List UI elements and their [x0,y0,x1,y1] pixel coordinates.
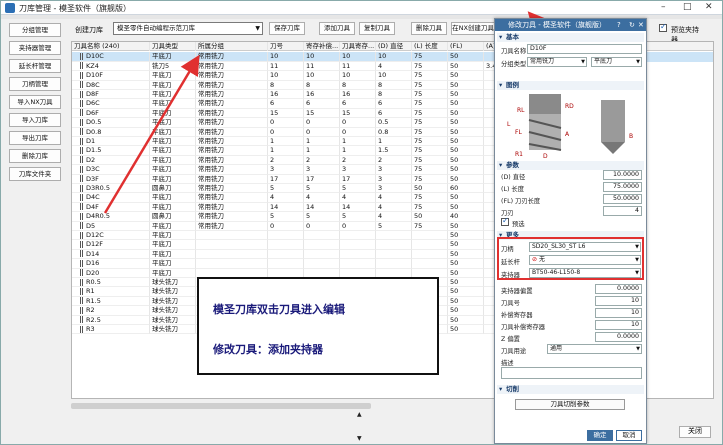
tool-usage-select[interactable]: 通用 ▼ [547,344,642,354]
group-select[interactable]: 常用铣刀 ▼ [527,57,587,67]
diagram-label-rl: RL [517,107,525,114]
z-offset-label: Z 偏置 [501,336,520,343]
dialog-title-bar: 修改刀具 - 模圣软件（旗舰版） ? ↻ ✕ [495,19,646,31]
diagram-tip [601,142,625,154]
tool-comp-register-label: 刀具补偿寄存器 [501,324,546,331]
tool-type-value: 平底刀 [594,58,613,65]
ok-button[interactable]: 确定 [587,430,613,441]
tool-usage-label: 刀具用途 [501,348,527,355]
tool-type-select[interactable]: 平底刀 ▼ [591,57,642,67]
preselect-checkbox[interactable] [501,216,509,226]
tool-name-label: 刀具名称 [501,48,527,55]
arrow-to-tool-row [103,54,200,214]
z-offset-input[interactable]: 0.0000 [595,332,642,342]
diagram-label-d: D [543,153,548,160]
diameter-label: (D) 直径 [501,174,526,181]
edit-tool-dialog: 修改刀具 - 模圣软件（旗舰版） ? ↻ ✕ 基本 刀具名称 D10F 分组类型… [494,18,647,444]
section-basic[interactable]: 基本 [497,33,644,42]
tool-usage-value: 通用 [550,345,563,352]
preselect-label: 预选 [512,221,525,228]
comp-register-label: 补偿寄存器 [501,312,533,319]
section-diagram[interactable]: 图例 [497,81,644,90]
group-select-value: 常用铣刀 [530,58,555,65]
tool-number-input[interactable]: 10 [595,296,642,306]
flute-length-label: (FL) 刀刃长度 [501,198,541,205]
tool-diagram: RD RL A FL L D R1 B [507,94,633,160]
annotation-line-1: 模圣刀库双击刀具进入编辑 [213,303,345,316]
annotation-box: 模圣刀库双击刀具进入编辑 修改刀具：添加夹持器 [197,277,439,375]
chevron-down-icon: ▼ [636,59,640,65]
dialog-title: 修改刀具 - 模圣软件（旗舰版） [508,21,606,29]
diagram-side-view [601,100,625,142]
dialog-close-icon[interactable]: ✕ [638,19,644,31]
section-cutting[interactable]: 切削 [497,385,644,394]
tool-number-label: 刀具号 [501,300,520,307]
group-type-label: 分组类型 [501,61,527,68]
reset-icon[interactable]: ↻ [629,19,635,31]
diagram-label-rd: RD [565,103,574,110]
flutes-input[interactable]: 4 [603,206,642,216]
comp-register-input[interactable]: 10 [595,308,642,318]
flute-length-input[interactable]: 50.0000 [603,194,642,204]
diagram-label-r1: R1 [515,151,523,158]
cancel-button[interactable]: 取消 [616,430,642,441]
chevron-down-icon: ▼ [581,59,585,65]
chevron-down-icon: ▼ [636,346,640,352]
diameter-input[interactable]: 10.0000 [603,170,642,180]
cut-params-button[interactable]: 刀具切削参数 [515,399,625,410]
tool-name-input[interactable]: D10F [527,44,642,54]
highlight-box [497,237,644,280]
diagram-label-a: A [565,131,570,138]
length-label: (L) 长度 [501,186,525,193]
diagram-shank [529,94,561,114]
annotation-line-2: 修改刀具：添加夹持器 [213,343,323,356]
tool-library-window: 刀库管理 - 模圣软件（旗舰版） – □ ✕ 分组管理 夹持器管理 延长杆管理 … [0,0,723,445]
diagram-label-b: B [629,133,633,140]
length-input[interactable]: 75.0000 [603,182,642,192]
description-label: 描述 [501,360,514,367]
clamp-offset-input[interactable]: 0.0000 [595,284,642,294]
clamp-offset-label: 夹持器偏置 [501,288,533,295]
description-input[interactable] [501,367,642,379]
diagram-label-l: L [507,121,511,128]
tool-comp-register-input[interactable]: 10 [595,320,642,330]
help-icon[interactable]: ? [617,19,621,31]
diagram-label-fl: FL [515,129,522,136]
section-params[interactable]: 参数 [497,161,644,170]
